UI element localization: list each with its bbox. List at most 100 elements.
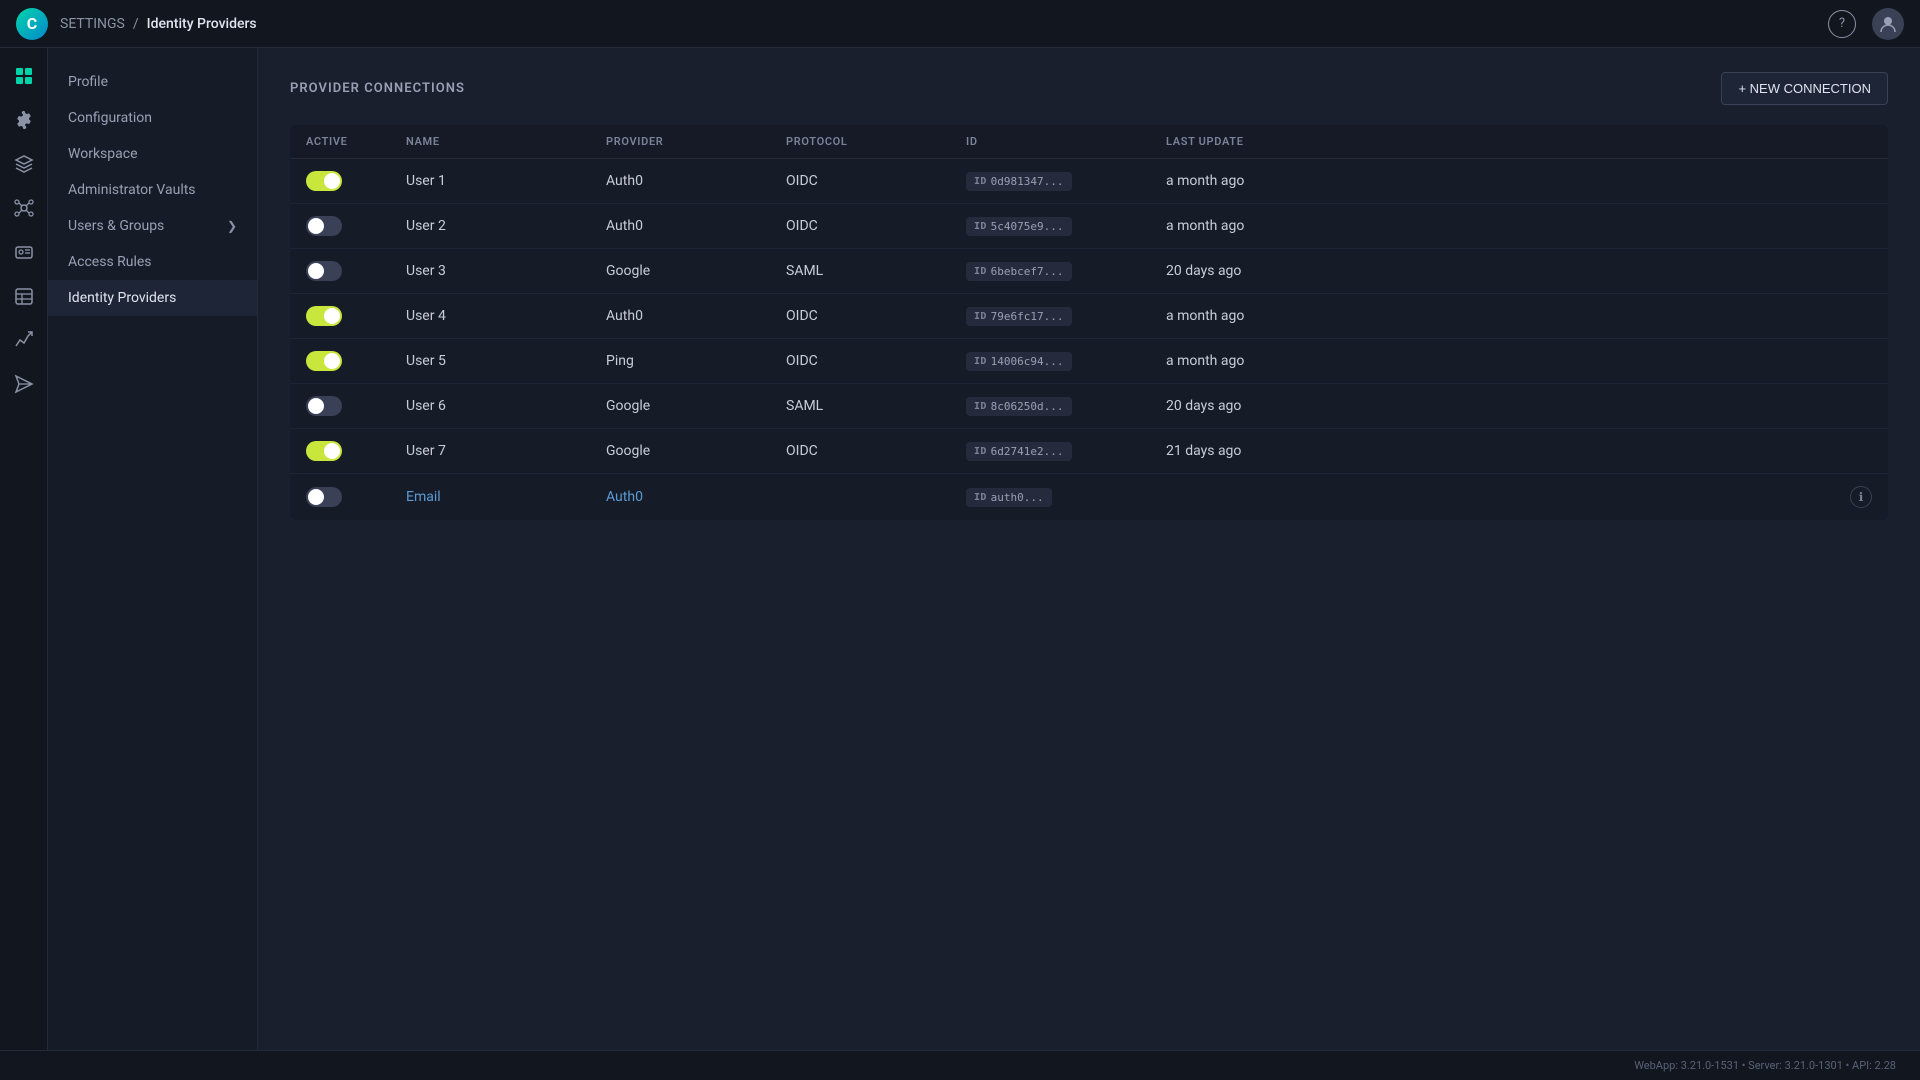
chevron-down-icon: ❯ xyxy=(227,219,237,233)
content-header: PROVIDER CONNECTIONS + NEW CONNECTION xyxy=(290,72,1888,105)
name-user1: User 1 xyxy=(406,173,606,189)
name-user2: User 2 xyxy=(406,218,606,234)
id-user7: ID6d2741e2... xyxy=(966,442,1166,461)
avatar[interactable] xyxy=(1872,8,1904,40)
last-update-user4: a month ago xyxy=(1166,308,1832,324)
col-header-id: ID xyxy=(966,135,1166,148)
provider-connections-table: ACTIVE NAME PROVIDER PROTOCOL ID LAST UP… xyxy=(290,125,1888,520)
id-user3: ID6bebcef7... xyxy=(966,262,1166,281)
last-update-user5: a month ago xyxy=(1166,353,1832,369)
col-header-name: NAME xyxy=(406,135,606,148)
footer: WebApp: 3.21.0-1531 • Server: 3.21.0-130… xyxy=(0,1050,1920,1080)
col-header-active: ACTIVE xyxy=(306,135,406,148)
icon-sidebar xyxy=(0,48,48,1050)
sidebar-icon-send[interactable] xyxy=(4,364,44,404)
breadcrumb-separator: / xyxy=(133,16,139,32)
id-user6: ID8c06250d... xyxy=(966,397,1166,416)
section-title: PROVIDER CONNECTIONS xyxy=(290,81,465,96)
name-user7: User 7 xyxy=(406,443,606,459)
active-toggle-user7[interactable] xyxy=(306,441,406,461)
active-toggle-user3[interactable] xyxy=(306,261,406,281)
table-row: User 1 Auth0 OIDC ID0d981347... a month … xyxy=(290,159,1888,204)
col-header-last-update: LAST UPDATE xyxy=(1166,135,1832,148)
col-header-provider: PROVIDER xyxy=(606,135,786,148)
sidebar-item-profile[interactable]: Profile xyxy=(48,64,257,100)
breadcrumb-settings[interactable]: SETTINGS xyxy=(60,16,125,32)
provider-user1: Auth0 xyxy=(606,173,786,189)
sidebar-icon-table[interactable] xyxy=(4,276,44,316)
id-user4: ID79e6fc17... xyxy=(966,307,1166,326)
active-toggle-email[interactable] xyxy=(306,487,406,507)
topbar: C SETTINGS / Identity Providers ? xyxy=(0,0,1920,48)
table-row: User 7 Google OIDC ID6d2741e2... 21 days… xyxy=(290,429,1888,474)
sidebar-item-users-groups[interactable]: Users & Groups ❯ xyxy=(48,208,257,244)
table-row: User 3 Google SAML ID6bebcef7... 20 days… xyxy=(290,249,1888,294)
last-update-user7: 21 days ago xyxy=(1166,443,1832,459)
protocol-user3: SAML xyxy=(786,263,966,279)
id-user5: ID14006c94... xyxy=(966,352,1166,371)
protocol-user7: OIDC xyxy=(786,443,966,459)
name-user4: User 4 xyxy=(406,308,606,324)
sidebar-item-access-rules[interactable]: Access Rules xyxy=(48,244,257,280)
sidebar-item-administrator-vaults[interactable]: Administrator Vaults xyxy=(48,172,257,208)
id-user2: ID5c4075e9... xyxy=(966,217,1166,236)
breadcrumb-current: Identity Providers xyxy=(147,16,257,32)
last-update-user1: a month ago xyxy=(1166,173,1832,189)
help-button[interactable]: ? xyxy=(1828,10,1856,38)
last-update-user6: 20 days ago xyxy=(1166,398,1832,414)
active-toggle-user5[interactable] xyxy=(306,351,406,371)
name-user3: User 3 xyxy=(406,263,606,279)
col-header-actions xyxy=(1832,135,1872,148)
protocol-user6: SAML xyxy=(786,398,966,414)
provider-user2: Auth0 xyxy=(606,218,786,234)
active-toggle-user1[interactable] xyxy=(306,171,406,191)
nav-sidebar: Profile Configuration Workspace Administ… xyxy=(48,48,258,1050)
actions-email: ℹ xyxy=(1832,486,1872,508)
id-email: IDauth0... xyxy=(966,488,1166,507)
table-row: User 5 Ping OIDC ID14006c94... a month a… xyxy=(290,339,1888,384)
name-user6: User 6 xyxy=(406,398,606,414)
topbar-left: C SETTINGS / Identity Providers xyxy=(16,8,257,40)
footer-version: WebApp: 3.21.0-1531 • Server: 3.21.0-130… xyxy=(1634,1059,1896,1072)
provider-user6: Google xyxy=(606,398,786,414)
sidebar-icon-settings[interactable] xyxy=(4,100,44,140)
table-row: User 4 Auth0 OIDC ID79e6fc17... a month … xyxy=(290,294,1888,339)
active-toggle-user4[interactable] xyxy=(306,306,406,326)
protocol-user1: OIDC xyxy=(786,173,966,189)
provider-user7: Google xyxy=(606,443,786,459)
protocol-user5: OIDC xyxy=(786,353,966,369)
sidebar-item-identity-providers[interactable]: Identity Providers xyxy=(48,280,257,316)
sidebar-icon-nodes[interactable] xyxy=(4,188,44,228)
sidebar-icon-layers[interactable] xyxy=(4,144,44,184)
content-area: PROVIDER CONNECTIONS + NEW CONNECTION AC… xyxy=(258,48,1920,1050)
table-row: User 2 Auth0 OIDC ID5c4075e9... a month … xyxy=(290,204,1888,249)
breadcrumb: SETTINGS / Identity Providers xyxy=(60,16,257,32)
provider-user4: Auth0 xyxy=(606,308,786,324)
logo-icon[interactable]: C xyxy=(16,8,48,40)
info-icon[interactable]: ℹ xyxy=(1850,486,1872,508)
table-row: Email Auth0 IDauth0... ℹ xyxy=(290,474,1888,520)
active-toggle-user6[interactable] xyxy=(306,396,406,416)
sidebar-icon-chart[interactable] xyxy=(4,320,44,360)
sidebar-icon-id[interactable] xyxy=(4,232,44,272)
name-email[interactable]: Email xyxy=(406,489,606,505)
id-user1: ID0d981347... xyxy=(966,172,1166,191)
provider-user5: Ping xyxy=(606,353,786,369)
table-header: ACTIVE NAME PROVIDER PROTOCOL ID LAST UP… xyxy=(290,125,1888,159)
protocol-user4: OIDC xyxy=(786,308,966,324)
sidebar-icon-home[interactable] xyxy=(4,56,44,96)
last-update-user2: a month ago xyxy=(1166,218,1832,234)
topbar-right: ? xyxy=(1828,8,1904,40)
table-row: User 6 Google SAML ID8c06250d... 20 days… xyxy=(290,384,1888,429)
new-connection-button[interactable]: + NEW CONNECTION xyxy=(1721,72,1888,105)
sidebar-item-configuration[interactable]: Configuration xyxy=(48,100,257,136)
provider-email[interactable]: Auth0 xyxy=(606,489,786,505)
col-header-protocol: PROTOCOL xyxy=(786,135,966,148)
active-toggle-user2[interactable] xyxy=(306,216,406,236)
last-update-user3: 20 days ago xyxy=(1166,263,1832,279)
sidebar-item-workspace[interactable]: Workspace xyxy=(48,136,257,172)
provider-user3: Google xyxy=(606,263,786,279)
main-layout: Profile Configuration Workspace Administ… xyxy=(0,48,1920,1050)
protocol-user2: OIDC xyxy=(786,218,966,234)
name-user5: User 5 xyxy=(406,353,606,369)
